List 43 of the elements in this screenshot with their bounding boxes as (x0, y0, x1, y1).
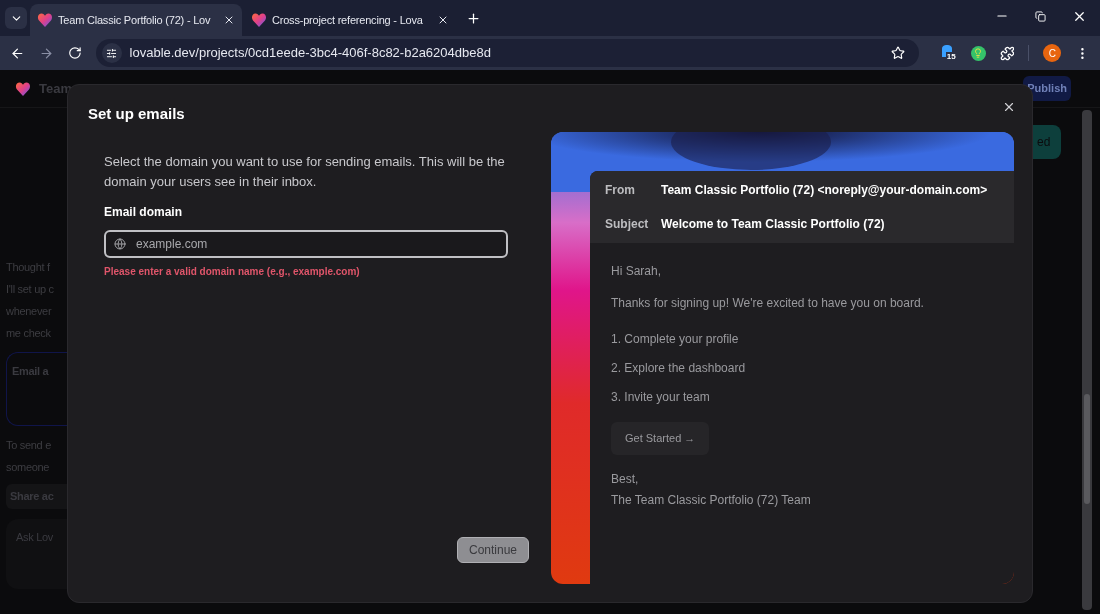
tab-title: Cross-project referencing - Lova (272, 12, 424, 28)
get-started-button[interactable]: Get Started → (611, 422, 710, 455)
description-text: Select the domain you want to use for sending emails. This will be the domain your users see in their inbox. (104, 152, 506, 191)
step-text: 3. Invite your team (611, 389, 711, 406)
url-text: lovable.dev/projects/0cd1eede-3bc4-406f-8c82-b2a6204dbe8d (129, 44, 492, 63)
scrollbar-thumb[interactable] (1084, 394, 1090, 504)
extensions-icon[interactable] (999, 45, 1015, 61)
profile-avatar[interactable]: C (1043, 44, 1062, 62)
address-bar[interactable]: lovable.dev/projects/0cd1eede-3bc4-406f-8c82-b2a6204dbe8d (95, 39, 919, 67)
close-icon[interactable] (437, 14, 449, 26)
error-message: Please enter a valid domain name (e.g., example.com) (104, 264, 361, 279)
tab-list-button[interactable] (5, 7, 27, 29)
bookmark-star-icon[interactable] (890, 46, 905, 60)
new-tab-icon[interactable] (466, 10, 481, 26)
globe-icon (114, 237, 126, 250)
reload-icon[interactable] (67, 46, 82, 60)
heart-icon (251, 12, 267, 28)
heart-icon (37, 12, 53, 28)
from-value: Team Classic Portfolio (72) <noreply@your-domain.com> (661, 182, 988, 199)
intro-text: Thanks for signing up! We're excited to have you on board. (611, 295, 925, 312)
signature-text: The Team Classic Portfolio (72) Team (611, 491, 812, 509)
browser-tab[interactable]: Team Classic Portfolio (72) - Lov (30, 4, 242, 36)
close-icon[interactable] (1002, 100, 1016, 114)
logo-icon (15, 80, 31, 97)
field-label: Email domain (104, 203, 184, 221)
greeting-text: Hi Sarah, (611, 263, 663, 280)
extension-badge: 15 (945, 52, 957, 61)
step-text: 2. Explore the dashboard (611, 360, 747, 377)
close-icon[interactable] (223, 14, 235, 26)
tab-title: Team Classic Portfolio (72) - Lov (58, 12, 212, 28)
browser-tab[interactable]: Cross-project referencing - Lova (244, 4, 456, 36)
step-text: 1. Complete your profile (611, 331, 740, 348)
site-settings-icon[interactable] (101, 43, 122, 63)
lightbulb-icon[interactable] (970, 45, 986, 61)
restore-icon[interactable] (1035, 10, 1046, 22)
dialog-title: Set up emails (88, 104, 186, 124)
subject-label: Subject (605, 216, 650, 233)
from-label: From (605, 182, 636, 199)
domain-input[interactable]: example.com (104, 229, 508, 258)
signoff-text: Best, (611, 470, 640, 488)
back-icon[interactable] (10, 45, 25, 61)
forward-icon[interactable] (38, 45, 54, 61)
subject-value: Welcome to Team Classic Portfolio (72) (661, 216, 885, 233)
